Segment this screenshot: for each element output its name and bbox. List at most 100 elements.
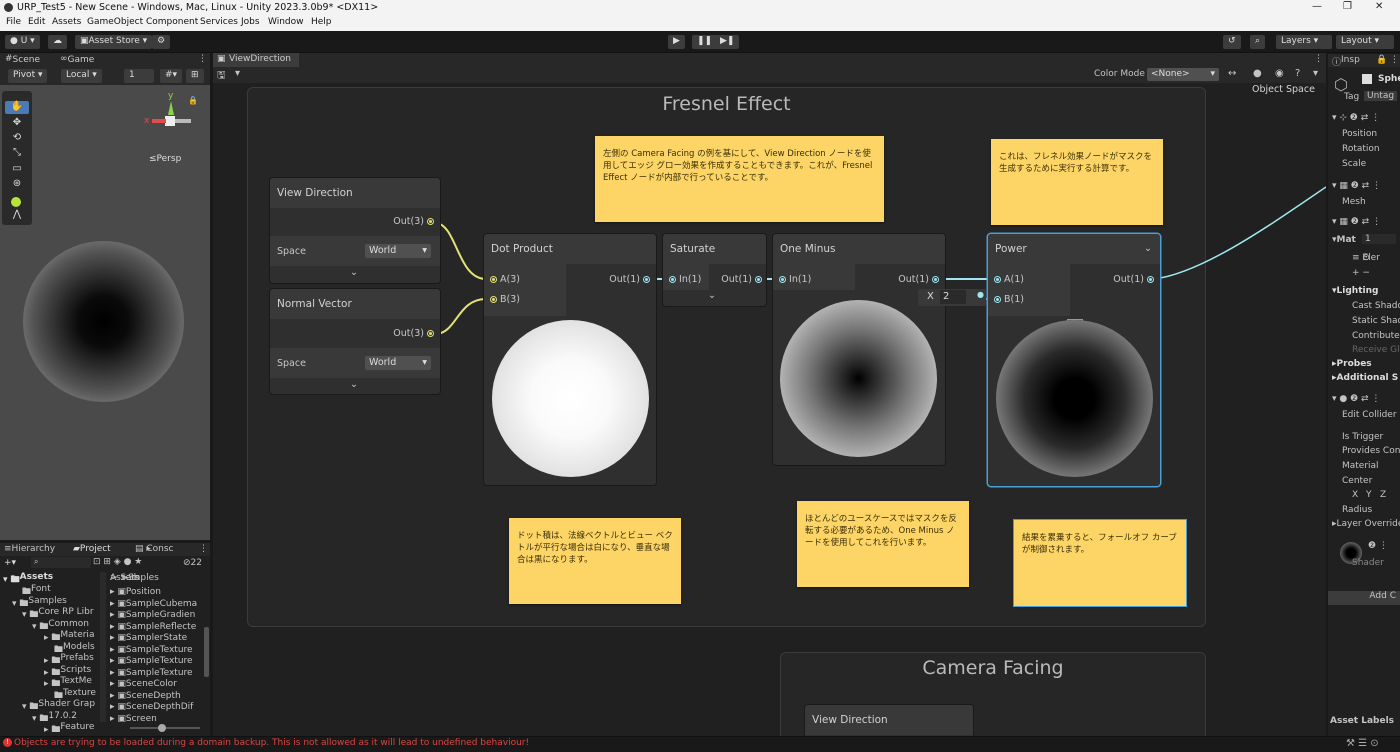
- tab-inspector[interactable]: ⓘ Insp: [1332, 55, 1360, 68]
- layout-dropdown[interactable]: Layout ▾: [1336, 35, 1394, 49]
- scene-menu-icon[interactable]: ⋮: [198, 54, 207, 64]
- tab-hierarchy[interactable]: ≡ Hierarchy: [4, 544, 55, 554]
- port-one-minus-in[interactable]: In(1): [779, 274, 811, 285]
- port-saturate-in[interactable]: In(1): [669, 274, 701, 285]
- port-saturate-out[interactable]: Out(1): [721, 274, 762, 285]
- node-saturate[interactable]: Saturate In(1) Out(1) ⌄: [663, 234, 766, 306]
- breadcrumb[interactable]: Assets > Samples > Sh: [110, 573, 159, 583]
- port-dot-a[interactable]: A(3): [490, 274, 520, 285]
- hand-tool-icon[interactable]: ✋: [5, 101, 29, 114]
- node-power[interactable]: Power ⌄ A(1) B(1) Out(1) ⌃: [988, 234, 1160, 486]
- node-power-collapse-icon[interactable]: ⌄: [1144, 243, 1152, 254]
- menu-component[interactable]: Component: [146, 17, 198, 27]
- add-remove-buttons[interactable]: + −: [1352, 268, 1370, 278]
- node-view-direction-2[interactable]: View Direction: [805, 705, 973, 736]
- scene-sphere[interactable]: [23, 241, 184, 402]
- pivot-dropdown[interactable]: Pivot ▾: [8, 69, 48, 83]
- port-dot-icon[interactable]: [490, 296, 497, 303]
- power-b-inline-field[interactable]: X 2 ●: [918, 289, 986, 306]
- material-header-icons[interactable]: ❷ ⋮: [1368, 541, 1388, 551]
- file-item[interactable]: ▸ ▣ SceneDepth: [110, 691, 181, 701]
- tab-project[interactable]: ▰ Project: [73, 544, 111, 554]
- inspector-menu-icon[interactable]: ⋮: [1390, 55, 1399, 65]
- scene-view[interactable]: ✋ ✥ ⟲ ⤡ ▭ ⊛ ⋀ y x 🔒 ≤Persp: [0, 85, 210, 540]
- tag-dropdown[interactable]: Untag: [1364, 91, 1398, 101]
- search-icon[interactable]: ⌕: [1250, 35, 1266, 49]
- power-b-x-input[interactable]: 2: [940, 290, 966, 304]
- node-saturate-title[interactable]: Saturate: [663, 234, 766, 264]
- menu-jobs[interactable]: Jobs: [241, 17, 260, 27]
- custom-tool-icon[interactable]: ⋀: [5, 209, 29, 220]
- file-item[interactable]: ▸ ▣ SceneColor: [110, 679, 177, 689]
- tab-console[interactable]: ▤ Consc ▸: [135, 544, 174, 554]
- tab-scene[interactable]: # Scene: [5, 54, 40, 65]
- layer-overrides-foldout[interactable]: ▸ Layer Override: [1332, 519, 1400, 529]
- layers-dropdown[interactable]: Layers ▾: [1276, 35, 1332, 49]
- grid-icon[interactable]: #▾: [160, 69, 183, 83]
- probes-foldout[interactable]: ▸ Probes: [1332, 359, 1372, 369]
- node-dot-product[interactable]: Dot Product A(3) B(3) Out(1): [484, 234, 656, 485]
- lock-icon[interactable]: 🔒: [188, 96, 198, 105]
- icon-size-slider-thumb[interactable]: [158, 724, 166, 732]
- persp-label[interactable]: ≤Persp: [149, 154, 181, 164]
- history-icon[interactable]: ↺: [1223, 35, 1241, 49]
- gizmo-x-arrow[interactable]: [152, 119, 166, 123]
- graph-canvas[interactable]: Fresnel Effect Camera Facing Object Spac…: [213, 83, 1326, 736]
- play-button[interactable]: ▶: [668, 35, 685, 49]
- port-view-direction-out[interactable]: Out(3): [393, 216, 434, 227]
- menu-help[interactable]: Help: [311, 17, 332, 27]
- project-menu-icon[interactable]: ⋮: [199, 544, 208, 554]
- inspector-toggle-icon[interactable]: ◉: [1275, 68, 1284, 79]
- file-item[interactable]: ▸ ▣ SampleTexture: [110, 668, 193, 678]
- element-field[interactable]: ≡ Eler ⊙: [1352, 253, 1380, 263]
- menu-file[interactable]: File: [6, 17, 21, 27]
- node-view-direction-2-title[interactable]: View Direction: [805, 705, 973, 735]
- move-tool-icon[interactable]: ✥: [5, 117, 29, 128]
- edge-viewdir-dot[interactable]: [434, 222, 487, 280]
- menu-window[interactable]: Window: [268, 17, 304, 27]
- port-dot-icon[interactable]: [1147, 276, 1154, 283]
- node-view-direction-title[interactable]: View Direction: [270, 178, 440, 208]
- status-error-message[interactable]: Objects are trying to be loaded during a…: [14, 738, 529, 748]
- scale-tool-icon[interactable]: ⤡: [5, 147, 29, 158]
- active-checkbox[interactable]: [1362, 74, 1372, 84]
- minimize-icon[interactable]: —: [1312, 1, 1322, 12]
- node-power-title[interactable]: Power: [988, 234, 1160, 264]
- menu-services[interactable]: Services: [200, 17, 238, 27]
- file-item[interactable]: ▸ ▣ SceneDepthDif: [110, 702, 193, 712]
- snap-field[interactable]: 1: [124, 69, 154, 83]
- mesh-renderer-header[interactable]: ▾ ▦ ❷ ⇄ ⋮: [1332, 217, 1381, 227]
- node-one-minus-title[interactable]: One Minus: [773, 234, 945, 264]
- tree-scrollbar[interactable]: [100, 572, 106, 722]
- file-item[interactable]: ▸ ▣ SampleCubema: [110, 599, 197, 609]
- gizmo-y-arrow[interactable]: [168, 101, 174, 115]
- pause-button[interactable]: ❚❚: [692, 35, 718, 49]
- port-dot-icon[interactable]: [932, 276, 939, 283]
- transform-header[interactable]: ▾ ⊹ ❷ ⇄ ⋮: [1332, 113, 1380, 123]
- additional-settings-foldout[interactable]: ▸ Additional S: [1332, 373, 1398, 383]
- menu-edit[interactable]: Edit: [28, 17, 45, 27]
- port-dot-icon[interactable]: [427, 330, 434, 337]
- mesh-filter-header[interactable]: ▾ ▦ ❷ ⇄ ⋮: [1332, 181, 1381, 191]
- add-component-button[interactable]: Add C: [1328, 591, 1400, 605]
- lock-icon[interactable]: 🔒: [1376, 55, 1387, 65]
- close-icon[interactable]: ✕: [1375, 1, 1383, 12]
- gizmo-center[interactable]: [165, 116, 175, 126]
- port-dot-out[interactable]: Out(1): [609, 274, 650, 285]
- port-power-a[interactable]: A(1): [994, 274, 1024, 285]
- edit-collider-label[interactable]: Edit Collider: [1342, 410, 1397, 420]
- info-icon[interactable]: ●: [1253, 68, 1262, 79]
- project-search-input[interactable]: [31, 557, 91, 568]
- gizmo-neg-x-arrow[interactable]: [175, 119, 191, 123]
- file-item[interactable]: ▸ ▣ SampleTexture: [110, 656, 193, 666]
- breadcrumb-shader[interactable]: Sh: [128, 573, 139, 583]
- rect-tool-icon[interactable]: ▭: [5, 163, 29, 174]
- help-icon[interactable]: ?: [1295, 68, 1300, 79]
- menu-assets[interactable]: Assets: [52, 17, 81, 27]
- cloud-icon[interactable]: ☁: [48, 35, 67, 49]
- sticky-note-calc[interactable]: これは、フレネル効果ノードがマスクを生成するために実行する計算です。: [991, 139, 1163, 225]
- graph-menu-icon[interactable]: ⋮: [1314, 54, 1323, 64]
- port-dot-icon[interactable]: [669, 276, 676, 283]
- sticky-note-one-minus[interactable]: ほとんどのユースケースではマスクを反転する必要があるため、One Minus ノ…: [797, 501, 969, 587]
- node-normal-vector-title[interactable]: Normal Vector: [270, 289, 440, 319]
